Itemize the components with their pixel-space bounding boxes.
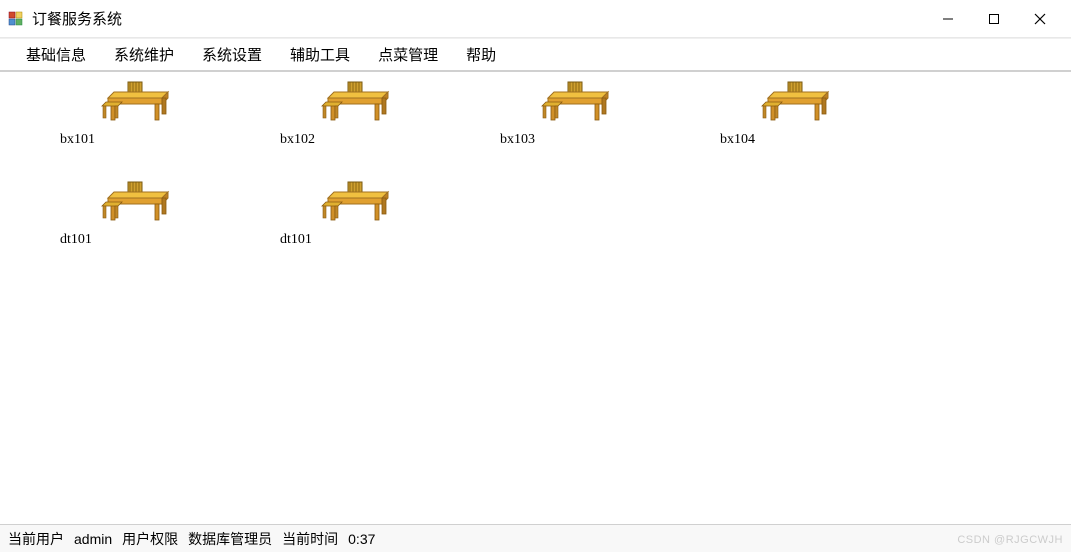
content-area: bx101 bx102 bx103 — [0, 72, 1071, 524]
menu-basic-info[interactable]: 基础信息 — [12, 38, 100, 71]
table-grid: bx101 bx102 bx103 — [10, 80, 1061, 280]
menu-system-maintenance[interactable]: 系统维护 — [100, 38, 188, 71]
table-item[interactable]: bx102 — [230, 80, 450, 180]
status-perm-value: 数据库管理员 — [188, 529, 272, 549]
table-icon — [320, 180, 390, 230]
table-item[interactable]: bx103 — [450, 80, 670, 180]
table-icon — [540, 80, 610, 130]
watermark: CSDN @RJGCWJH — [957, 534, 1063, 546]
status-perm-label: 用户权限 — [122, 529, 178, 549]
maximize-button[interactable] — [971, 3, 1017, 35]
status-time-value: 0:37 — [348, 531, 375, 547]
window-title: 订餐服务系统 — [32, 8, 122, 29]
table-item[interactable]: bx104 — [670, 80, 890, 180]
table-item[interactable]: bx101 — [10, 80, 230, 180]
menu-order-management[interactable]: 点菜管理 — [364, 38, 452, 71]
table-label: dt101 — [60, 232, 92, 248]
menu-helper-tools[interactable]: 辅助工具 — [276, 38, 364, 71]
table-label: bx101 — [60, 132, 95, 148]
table-label: bx104 — [720, 132, 755, 148]
menubar: 基础信息 系统维护 系统设置 辅助工具 点菜管理 帮助 — [0, 38, 1071, 72]
menu-help[interactable]: 帮助 — [452, 38, 510, 71]
minimize-button[interactable] — [925, 3, 971, 35]
table-icon — [100, 80, 170, 130]
table-icon — [760, 80, 830, 130]
status-user-label: 当前用户 — [8, 529, 64, 549]
status-user-value: admin — [74, 531, 112, 547]
table-label: dt101 — [280, 232, 312, 248]
table-label: bx103 — [500, 132, 535, 148]
table-item[interactable]: dt101 — [230, 180, 450, 280]
app-icon — [8, 11, 24, 27]
status-time-label: 当前时间 — [282, 529, 338, 549]
table-item[interactable]: dt101 — [10, 180, 230, 280]
menu-system-settings[interactable]: 系统设置 — [188, 38, 276, 71]
table-icon — [320, 80, 390, 130]
table-icon — [100, 180, 170, 230]
table-label: bx102 — [280, 132, 315, 148]
window-controls — [925, 3, 1063, 35]
titlebar: 订餐服务系统 — [0, 0, 1071, 38]
statusbar: 当前用户 admin 用户权限 数据库管理员 当前时间 0:37 — [0, 524, 1071, 552]
close-button[interactable] — [1017, 3, 1063, 35]
